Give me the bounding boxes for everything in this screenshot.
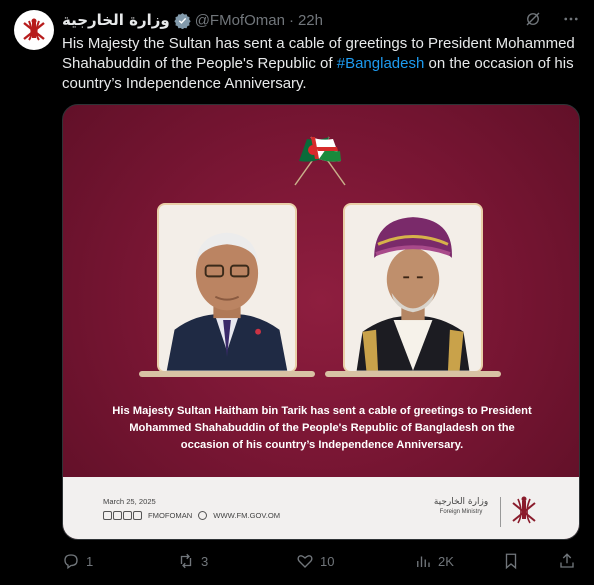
timestamp[interactable]: 22h xyxy=(298,12,323,29)
ministry-name-english: Foreign Ministry xyxy=(439,509,483,515)
handle[interactable]: @FMofOman xyxy=(195,12,285,29)
like-count: 10 xyxy=(320,553,335,569)
image-caption: His Majesty Sultan Haitham bin Tarik has… xyxy=(87,403,557,454)
caption-line-2: Mohammed Shahabuddin of the People's Rep… xyxy=(129,422,515,434)
portrait-sultan xyxy=(343,203,483,373)
ministry-name-arabic: وزارة الخارجية xyxy=(433,497,489,507)
image-website: WWW.FM.GOV.OM xyxy=(213,511,281,520)
reply-button[interactable]: 1 xyxy=(62,552,93,570)
repost-icon xyxy=(180,553,192,569)
footer-divider xyxy=(500,497,501,527)
x-social-icon xyxy=(103,511,112,520)
bookmark-button[interactable] xyxy=(502,552,520,570)
repost-count: 3 xyxy=(201,553,209,569)
grok-icon[interactable] xyxy=(524,10,542,28)
crossed-flags-icon xyxy=(294,136,346,186)
image-social-row: FMOFOMAN WWW.FM.GOV.OM xyxy=(103,511,280,520)
image-social-handle: FMOFOMAN xyxy=(148,511,193,520)
reply-icon xyxy=(64,554,78,570)
social-icons xyxy=(103,511,142,520)
tweet-header: وزارة الخارجية @FMofOman · 22h xyxy=(62,10,323,30)
tweet-actions: 1 3 10 2K xyxy=(62,552,582,572)
like-button[interactable]: 10 xyxy=(296,552,334,570)
portrait-base-right xyxy=(325,371,501,377)
tweet-media-image[interactable]: His Majesty Sultan Haitham bin Tarik has… xyxy=(62,104,580,540)
youtube-social-icon xyxy=(133,511,142,520)
tweet[interactable]: وزارة الخارجية @FMofOman · 22h His Majes… xyxy=(0,0,594,585)
ministry-wordmark: وزارة الخارجية Foreign Ministry xyxy=(431,497,491,515)
facebook-social-icon xyxy=(123,511,132,520)
tweet-text: His Majesty the Sultan has sent a cable … xyxy=(62,34,582,94)
hashtag-link[interactable]: #Bangladesh xyxy=(337,55,425,72)
share-icon xyxy=(560,553,574,568)
reply-count: 1 xyxy=(86,553,94,569)
oman-emblem-icon xyxy=(23,18,45,41)
bookmark-icon xyxy=(505,553,517,570)
portrait-base-left xyxy=(139,371,315,377)
globe-icon xyxy=(198,511,208,520)
views-icon xyxy=(417,556,430,567)
oman-emblem-icon xyxy=(512,496,536,524)
image-footer xyxy=(63,477,579,539)
display-name[interactable]: وزارة الخارجية xyxy=(62,11,170,29)
caption-line-1: His Majesty Sultan Haitham bin Tarik has… xyxy=(112,405,532,417)
header-actions xyxy=(524,10,580,28)
like-icon xyxy=(297,555,313,568)
portrait-president xyxy=(157,203,297,373)
share-button[interactable] xyxy=(558,552,576,570)
separator-dot: · xyxy=(288,11,294,29)
views-count: 2K xyxy=(438,553,454,569)
more-icon[interactable] xyxy=(562,10,580,28)
image-date: March 25, 2025 xyxy=(103,497,156,506)
repost-button[interactable]: 3 xyxy=(177,552,208,570)
verified-badge-icon xyxy=(174,12,191,29)
caption-line-3: occasion of his country’s Independence A… xyxy=(180,439,464,451)
instagram-social-icon xyxy=(113,511,122,520)
avatar[interactable] xyxy=(14,10,54,50)
views-button[interactable]: 2K xyxy=(414,552,454,570)
